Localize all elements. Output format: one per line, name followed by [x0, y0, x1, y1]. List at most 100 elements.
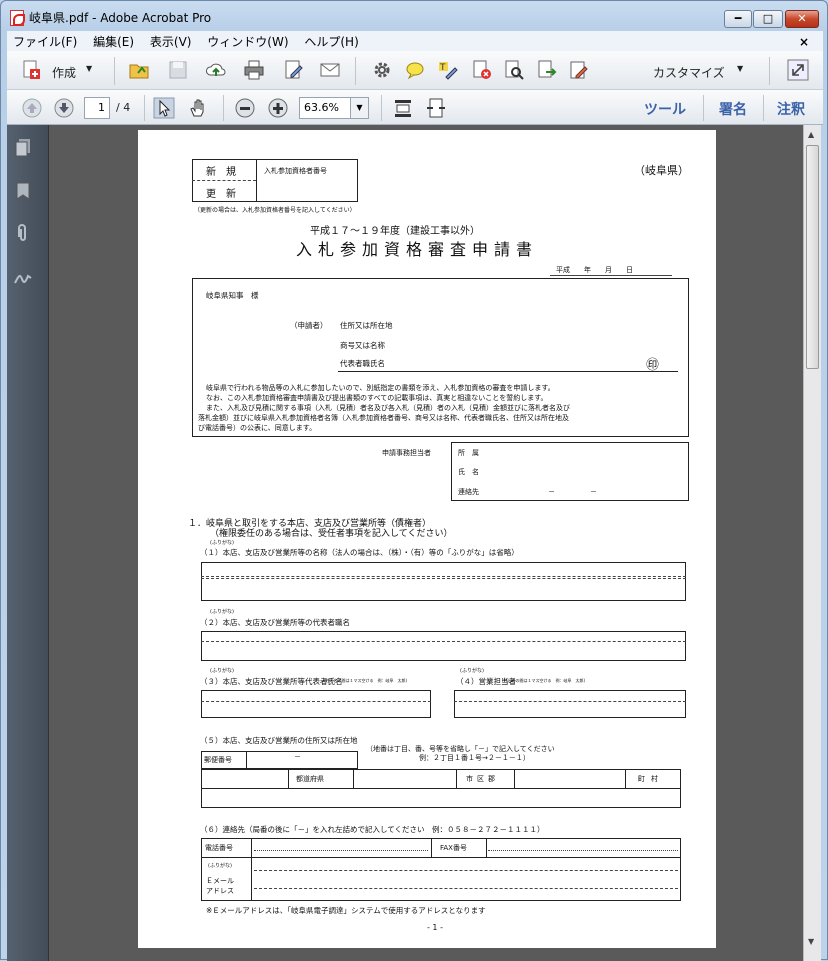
pdf-file-icon: [10, 10, 25, 26]
q5-note-2: 例：２丁目１番１号→２－１－１）: [419, 754, 530, 762]
vertical-scrollbar[interactable]: ▲ ▼: [803, 125, 821, 961]
q4-field[interactable]: [454, 690, 686, 718]
page-number-input[interactable]: 1: [84, 97, 110, 119]
previous-page-icon[interactable]: [21, 97, 43, 119]
menu-file[interactable]: ファイル(F): [7, 31, 83, 50]
gear-icon[interactable]: [371, 59, 393, 81]
email-icon[interactable]: [319, 59, 341, 81]
fit-width-icon[interactable]: [425, 97, 447, 119]
scrollbar-thumb[interactable]: [806, 145, 819, 369]
box-number-label: 入札参加資格者番号: [264, 167, 327, 175]
minimize-button[interactable]: ━: [724, 10, 752, 28]
furigana-label: (ふりがな): [460, 668, 484, 674]
q3-note: (姓と名の間は１マス空ける 例：岐阜 太郎): [324, 678, 408, 683]
menu-window[interactable]: ウィンドウ(W): [201, 31, 294, 50]
furigana-label: (ふりがな): [210, 609, 234, 615]
declaration-para-3c: び電話番号）の公表に、同意します。: [198, 424, 317, 432]
email-label-1: Ｅメール: [206, 877, 234, 885]
scroll-up-icon[interactable]: ▲: [808, 130, 814, 139]
create-dropdown-icon[interactable]: ▼: [86, 64, 92, 73]
compare-search-icon[interactable]: [503, 59, 525, 81]
toolbar-separator: [355, 57, 356, 85]
open-folder-icon[interactable]: [128, 59, 150, 81]
contact-tel-dashes: － －: [548, 488, 597, 496]
window-title: 岐阜県.pdf - Adobe Acrobat Pro: [29, 11, 212, 25]
zoom-level-value: 63.6%: [304, 101, 339, 114]
comment-bubble-icon[interactable]: [404, 59, 426, 81]
renew-note: （更新の場合は、入札参加資格者番号を記入してください）: [194, 207, 356, 214]
town-field-label: 町村: [638, 775, 664, 783]
city-field-label: 市区郡: [466, 775, 499, 783]
form-title: 入札参加資格審査申請書: [296, 240, 539, 259]
upload-cloud-icon[interactable]: [205, 59, 227, 81]
prefecture-field-label: 都道府県: [296, 775, 324, 783]
page-thumbnails-icon[interactable]: [13, 137, 33, 157]
customize-button[interactable]: カスタマイズ: [653, 64, 725, 81]
toolbar-separator: [763, 95, 764, 121]
hand-tool-icon[interactable]: [187, 97, 209, 119]
menu-view[interactable]: 表示(V): [144, 31, 198, 50]
chevron-down-icon[interactable]: ▼: [350, 98, 368, 118]
create-button[interactable]: 作成: [52, 64, 76, 81]
toolbar-separator: [381, 95, 382, 121]
date-line: 平成 年 月 日: [556, 266, 633, 274]
toolbar-separator: [144, 95, 145, 121]
contact-name-label: 氏 名: [458, 468, 479, 476]
furigana-label: (ふりがな): [210, 540, 234, 546]
furigana-label: (ふりがな): [210, 668, 234, 674]
applicant-label: （申請者）: [290, 321, 328, 330]
toolbar-separator: [223, 95, 224, 121]
trade-name-label: 商号又は名称: [340, 341, 385, 350]
toolbar-separator: [769, 57, 770, 85]
select-cursor-icon[interactable]: [153, 97, 175, 119]
q3-field[interactable]: [201, 690, 431, 718]
print-icon[interactable]: [243, 59, 265, 81]
address-label: 住所又は所在地: [340, 321, 393, 330]
edit-document-icon[interactable]: [283, 59, 305, 81]
bookmarks-icon[interactable]: [13, 181, 33, 201]
menu-help[interactable]: ヘルプ(H): [298, 31, 364, 50]
toolbar-separator: [703, 95, 704, 121]
q3-label: （３）本店、支店及び営業所等代表者氏名: [200, 677, 343, 686]
email-label-2: アドレス: [206, 887, 234, 895]
next-page-icon[interactable]: [53, 97, 75, 119]
furigana-label: (ふりがな): [208, 863, 232, 869]
q6-label: （６）連絡先（局番の後に「－」を入れ左詰めで記入してください 例：０５８－２７２…: [200, 825, 545, 834]
zoom-level-select[interactable]: 63.6% ▼: [299, 97, 369, 119]
redact-icon[interactable]: [471, 59, 493, 81]
highlight-text-icon[interactable]: T: [437, 59, 459, 81]
maximize-button[interactable]: □: [753, 10, 783, 28]
postal-label: 郵便番号: [204, 756, 232, 764]
q5-label: （５）本店、支店及び営業所の住所又は所在地: [200, 736, 358, 745]
comment-pane-link[interactable]: 注釈: [777, 99, 805, 119]
fit-page-icon[interactable]: [392, 97, 414, 119]
signatures-icon[interactable]: [13, 267, 33, 287]
declaration-para-3a: また、入札及び見積に関する事項（入札（見積）者名及び各入札（見積）者の入札（見積…: [206, 404, 570, 412]
title-bar: 岐阜県.pdf - Adobe Acrobat Pro ━ □ ✕: [1, 1, 827, 31]
menu-edit[interactable]: 編集(E): [87, 31, 140, 50]
close-button[interactable]: ✕: [785, 10, 819, 28]
zoom-out-icon[interactable]: [234, 97, 256, 119]
zoom-in-icon[interactable]: [267, 97, 289, 119]
box-renew-label: 更 新: [206, 189, 236, 200]
tools-pane-link[interactable]: ツール: [644, 99, 686, 119]
sign-form-icon[interactable]: [568, 59, 590, 81]
attachments-paperclip-icon[interactable]: [13, 223, 33, 243]
export-icon[interactable]: [536, 59, 558, 81]
q2-field[interactable]: [201, 631, 686, 661]
sign-pane-link[interactable]: 署名: [719, 99, 747, 119]
document-close-button[interactable]: ×: [793, 33, 815, 49]
representative-label: 代表者職氏名: [340, 359, 385, 368]
expand-icon[interactable]: [787, 59, 809, 81]
tel-label: 電話番号: [205, 844, 233, 852]
q2-label: （２）本店、支店及び営業所等の代表者職名: [200, 618, 350, 627]
menu-bar: ファイル(F) 編集(E) 表示(V) ウィンドウ(W) ヘルプ(H) ×: [7, 31, 823, 51]
customize-dropdown-icon[interactable]: ▼: [737, 64, 743, 73]
pdf-page: 新 規 更 新 入札参加資格者番号 （岐阜県） （更新の場合は、入札参加資格者番…: [138, 130, 716, 948]
postal-dash: －: [294, 753, 301, 761]
scroll-down-icon[interactable]: ▼: [808, 937, 814, 946]
q1-field[interactable]: [201, 562, 686, 601]
save-icon[interactable]: [167, 59, 189, 81]
form-subtitle: 平成１７～１９年度（建設工事以外）: [310, 226, 480, 237]
acrobat-window: 岐阜県.pdf - Adobe Acrobat Pro ━ □ ✕ ファイル(F…: [0, 0, 828, 961]
